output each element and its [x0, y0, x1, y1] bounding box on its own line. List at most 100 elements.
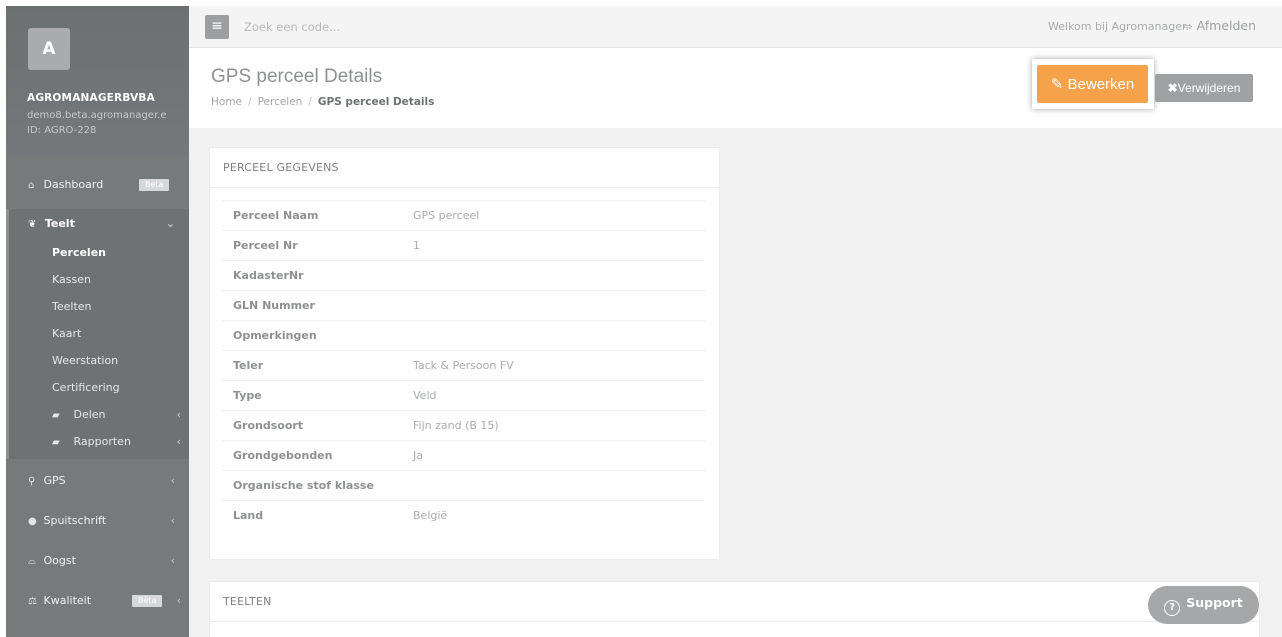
- breadcrumb-separator: /: [308, 96, 312, 108]
- pencil-icon: ✎: [1050, 76, 1064, 93]
- support-label: Support: [1186, 594, 1243, 610]
- row-value: GPS perceel: [413, 209, 480, 222]
- sidebar-item-kassen[interactable]: Kassen: [9, 266, 189, 293]
- table-row: Type Veld: [222, 380, 705, 411]
- sidebar-item-kwaliteit[interactable]: ⚖ Kwaliteit Bèta ‹: [6, 581, 189, 621]
- row-label: Opmerkingen: [233, 329, 317, 342]
- sidebar-item-label: Teelt: [44, 217, 75, 230]
- folder-open-icon: ▰: [52, 410, 60, 421]
- row-label: KadasterNr: [233, 269, 304, 282]
- delete-label: Verwijderen: [1177, 81, 1241, 95]
- row-label: Perceel Nr: [233, 239, 298, 252]
- sidebar-item-label: GPS: [43, 474, 66, 487]
- edit-button[interactable]: ✎ Bewerken: [1037, 65, 1148, 103]
- beta-badge: Beta: [139, 179, 170, 191]
- sign-out-icon: ⇨: [1183, 20, 1193, 33]
- support-button[interactable]: ? Support: [1148, 586, 1259, 624]
- hamburger-icon: ≡: [211, 18, 223, 34]
- sidebar-item-weerstation[interactable]: Weerstation: [9, 347, 189, 374]
- row-value: Veld: [413, 389, 437, 402]
- sidebar-item-label: Rapporten: [73, 435, 131, 448]
- page-header: GPS perceel Details Home / Percelen / GPS pe…: [189, 48, 1282, 128]
- breadcrumb-separator: /: [248, 96, 252, 108]
- sidebar-item-percelen[interactable]: Percelen: [9, 239, 189, 266]
- chevron-left-icon: ‹: [176, 408, 181, 421]
- home-icon: ⌂: [28, 180, 35, 191]
- logout-link[interactable]: ⇨ Afmelden: [1183, 18, 1256, 33]
- main-content: PERCEEL GEGEVENS Perceel Naam GPS perceel…: [189, 128, 1282, 637]
- company-name: AGROMANAGERBVBA: [27, 92, 155, 104]
- sidebar-item-dashboard[interactable]: ⌂ Dashboard Beta: [6, 171, 189, 199]
- chevron-left-icon: ‹: [176, 594, 181, 607]
- table-row: Perceel Nr 1: [222, 230, 705, 261]
- row-label: Grondgebonden: [233, 449, 333, 462]
- topbar: ≡ Welkom bij Agromanager. ⇨Afmelden: [189, 6, 1282, 48]
- sidebar-item-delen[interactable]: ▰ Delen ‹: [9, 401, 189, 428]
- table-row: Perceel Naam GPS perceel: [222, 200, 705, 231]
- sidebar-item-label: Dashboard: [43, 178, 104, 191]
- chevron-left-icon: ‹: [176, 435, 181, 448]
- beta-badge: Bèta: [132, 595, 163, 607]
- page-title: GPS perceel Details: [211, 66, 383, 87]
- row-value: Fijn zand (B 15): [413, 419, 499, 432]
- sidebar-item-certificering[interactable]: Certificering: [9, 374, 189, 401]
- row-label: Perceel Naam: [233, 209, 319, 222]
- sidebar-item-teelten[interactable]: Teelten: [9, 293, 189, 320]
- row-label: Type: [233, 389, 262, 402]
- row-label: GLN Nummer: [233, 299, 315, 312]
- sidebar-item-teelt[interactable]: ❦ Teelt ⌄: [9, 209, 189, 239]
- chevron-left-icon: ‹: [170, 554, 175, 567]
- balance-scale-icon: ⚖: [28, 596, 37, 607]
- row-value: België: [413, 509, 448, 523]
- breadcrumb-percelen[interactable]: Percelen: [258, 96, 303, 108]
- row-value: [413, 291, 705, 321]
- company-info: demo8.beta.agromanager.e ID: AGRO-228: [27, 108, 166, 138]
- card-title: PERCEEL GEGEVENS: [210, 148, 719, 188]
- row-label: Land: [233, 509, 264, 523]
- breadcrumb-home[interactable]: Home: [211, 96, 242, 108]
- menu-toggle-button[interactable]: ≡: [205, 15, 229, 39]
- perceel-gegevens-card: PERCEEL GEGEVENS Perceel Naam GPS perceel…: [209, 147, 720, 560]
- search-input[interactable]: [244, 16, 604, 38]
- close-icon: ✖: [1167, 81, 1178, 95]
- row-value: [413, 471, 705, 501]
- table-row: Land België: [222, 500, 705, 531]
- sidebar-item-rapporten[interactable]: ▰ Rapporten ‹: [9, 428, 189, 455]
- sidebar-item-gps[interactable]: ⚲ GPS ‹: [6, 461, 189, 501]
- tint-icon: ●: [28, 516, 37, 527]
- row-label: Organische stof klasse: [233, 479, 374, 492]
- sidebar-lower: ⚲ GPS ‹ ● Spuitschrift ‹ ⌓ Oogst ‹ ⚖ Kwa…: [6, 461, 189, 621]
- delete-button[interactable]: ✖Verwijderen: [1155, 74, 1253, 102]
- question-circle-icon: ?: [1164, 599, 1181, 616]
- sidebar-item-label: Oogst: [43, 554, 76, 567]
- table-row: Organische stof klasse: [222, 470, 705, 501]
- sidebar-item-label: Spuitschrift: [43, 514, 107, 527]
- row-value: Tack & Persoon FV: [413, 359, 514, 372]
- sidebar-item-oogst[interactable]: ⌓ Oogst ‹: [6, 541, 189, 581]
- detail-table: Perceel Naam GPS perceel Perceel Nr 1 Kada…: [222, 200, 705, 531]
- avatar[interactable]: A: [28, 28, 70, 70]
- sidebar: A AGROMANAGERBVBA demo8.beta.agromanager…: [6, 6, 189, 637]
- sidebar-item-kaart[interactable]: Kaart: [9, 320, 189, 347]
- welcome-text: Welkom bij Agromanager.: [1047, 20, 1189, 33]
- sidebar-item-spuitschrift[interactable]: ● Spuitschrift ‹: [6, 501, 189, 541]
- edit-label: Bewerken: [1067, 76, 1135, 93]
- row-label: Grondsoort: [233, 419, 304, 432]
- breadcrumb: Home / Percelen / GPS perceel Details: [211, 96, 434, 108]
- leaf-icon: ❦: [28, 219, 37, 230]
- sidebar-item-label: Kwaliteit: [43, 594, 92, 607]
- company-domain: demo8.beta.agromanager.e: [27, 110, 167, 121]
- breadcrumb-current: GPS perceel Details: [317, 96, 435, 108]
- sidebar-item-label: Delen: [73, 408, 106, 421]
- row-value: [413, 321, 705, 351]
- card-title: TEELTEN: [210, 582, 1259, 622]
- table-row: KadasterNr: [222, 260, 705, 291]
- edit-button-highlight: ✎ Bewerken: [1032, 59, 1154, 109]
- table-row: Opmerkingen: [222, 320, 705, 351]
- company-id: ID: AGRO-228: [27, 125, 97, 136]
- sidebar-nav: ⌂ Dashboard Beta ❦ Teelt ⌄ Percelen Kass…: [6, 171, 189, 621]
- basket-icon: ⌓: [28, 556, 36, 567]
- table-row: Teler Tack & Persoon FV: [222, 350, 705, 381]
- row-label: Teler: [233, 359, 264, 372]
- folder-open-icon: ▰: [52, 437, 60, 448]
